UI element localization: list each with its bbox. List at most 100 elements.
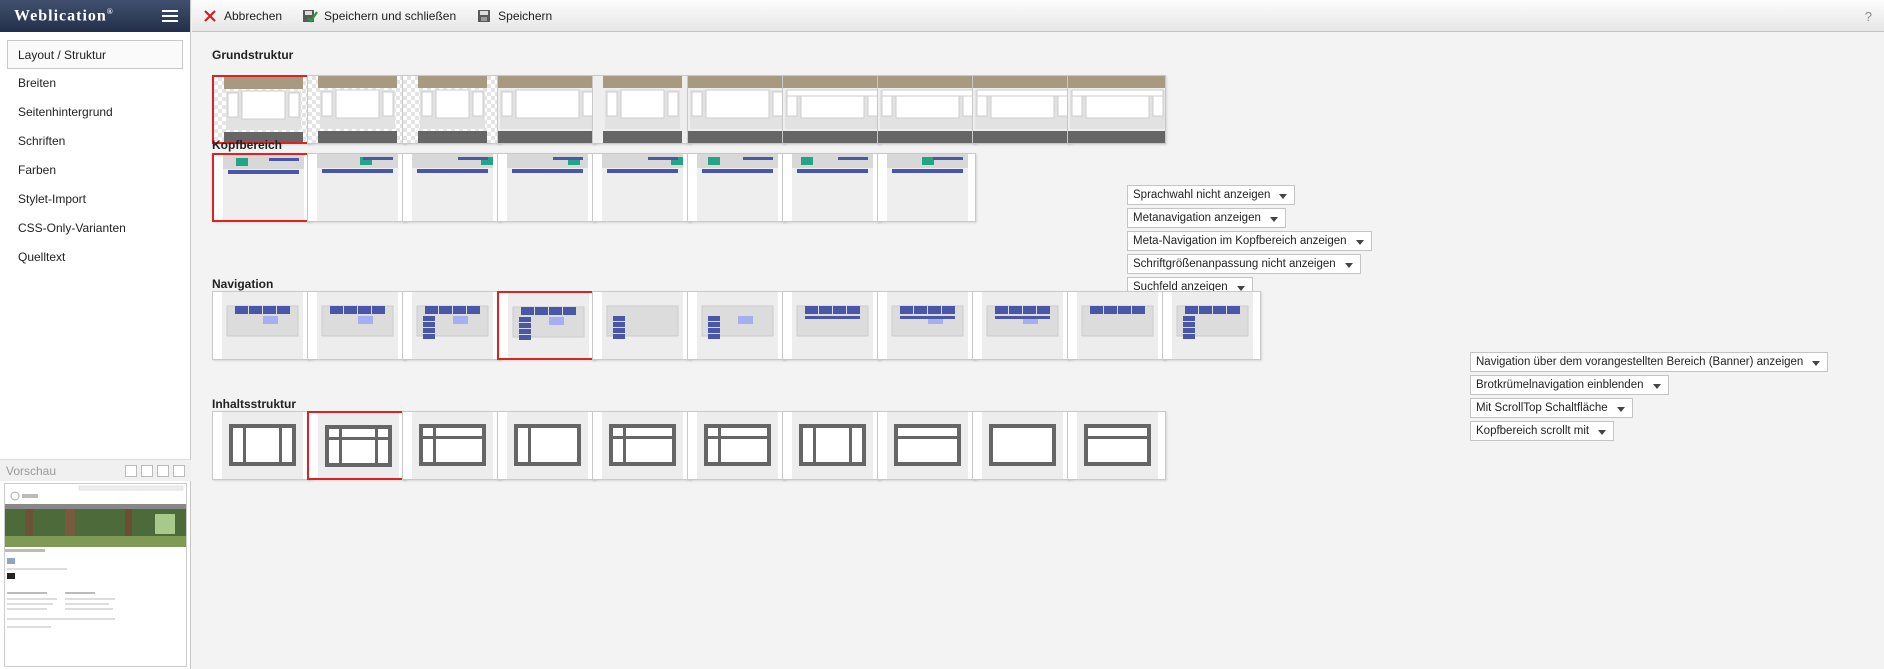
kopf-option-5[interactable] <box>592 153 691 222</box>
layout-thumbnail-icon <box>507 412 588 479</box>
inhalt-option-7[interactable] <box>782 411 881 480</box>
sidebar-item-schriften[interactable]: Schriften <box>0 127 190 156</box>
layout-thumbnail-icon <box>498 76 595 143</box>
layout-thumbnail-icon <box>688 76 785 143</box>
app-window: Weblication® Layout / Struktur Breiten S… <box>0 0 1884 669</box>
layout-thumbnail-icon <box>792 154 873 221</box>
nav-option-10[interactable] <box>1067 291 1166 360</box>
layout-thumbnail-icon <box>792 412 873 479</box>
nav-option-6[interactable] <box>687 291 786 360</box>
grund-option-5[interactable] <box>592 75 691 144</box>
inhalt-option-1[interactable] <box>212 411 311 480</box>
grund-option-4[interactable] <box>497 75 596 144</box>
inhalt-option-9[interactable] <box>972 411 1071 480</box>
dropdown-nav-banner[interactable]: Navigation über dem vorangestellten Bere… <box>1470 352 1829 372</box>
sidebar-nav: Layout / Struktur Breiten Seitenhintergr… <box>0 32 190 272</box>
sidebar-item-stylet-import[interactable]: Stylet-Import <box>0 185 190 214</box>
layout-thumbnail-icon <box>783 76 880 143</box>
layout-thumbnail-icon <box>412 412 493 479</box>
kopf-option-3[interactable] <box>402 153 501 222</box>
grund-option-8[interactable] <box>877 75 976 144</box>
grund-option-2[interactable] <box>307 75 406 144</box>
preview-bar: Vorschau <box>0 459 191 481</box>
layout-thumbnail-icon <box>222 292 303 359</box>
dropdown-sprachwahl[interactable]: Sprachwahl nicht anzeigen <box>1127 185 1296 205</box>
layout-thumbnail-icon <box>507 154 588 221</box>
sidebar-item-layout[interactable]: Layout / Struktur <box>7 40 183 69</box>
cancel-label: Abbrechen <box>224 8 283 23</box>
kopf-option-4[interactable] <box>497 153 596 222</box>
section-title-navigation: Navigation <box>212 277 274 291</box>
view-tablet-icon[interactable] <box>141 464 153 477</box>
sidebar-item-css-only[interactable]: CSS-Only-Varianten <box>0 214 190 243</box>
view-mobile-icon[interactable] <box>173 464 185 477</box>
sidebar-item-seitenhintergrund[interactable]: Seitenhintergrund <box>0 98 190 127</box>
layout-thumbnail-icon <box>318 413 399 478</box>
save-check-icon <box>302 8 318 24</box>
layout-thumbnail-icon <box>878 76 975 143</box>
layout-thumbnail-icon <box>508 293 589 358</box>
grund-option-6[interactable] <box>687 75 786 144</box>
layout-thumbnail-icon <box>412 154 493 221</box>
sidebar-item-breiten[interactable]: Breiten <box>0 69 190 98</box>
grund-option-1[interactable] <box>212 75 311 144</box>
inhalt-option-6[interactable] <box>687 411 786 480</box>
layout-thumbnail-icon <box>697 154 778 221</box>
save-label: Speichern <box>498 8 553 23</box>
inhalt-option-5[interactable] <box>592 411 691 480</box>
inhalt-option-8[interactable] <box>877 411 976 480</box>
hamburger-icon[interactable] <box>160 7 180 25</box>
layout-thumbnail-icon <box>317 292 398 359</box>
sidebar-item-farben[interactable]: Farben <box>0 156 190 185</box>
inhalt-option-2[interactable] <box>307 411 406 480</box>
dropdown-metanavigation[interactable]: Metanavigation anzeigen <box>1127 208 1286 228</box>
layout-thumbnail-icon <box>412 292 493 359</box>
nav-option-4[interactable] <box>497 291 596 360</box>
dropdown-kopf-scroll[interactable]: Kopfbereich scrollt mit <box>1470 421 1615 441</box>
layout-thumbnail-icon <box>973 76 1070 143</box>
section-title-kopfbereich: Kopfbereich <box>212 138 283 152</box>
inhalt-option-3[interactable] <box>402 411 501 480</box>
grund-option-9[interactable] <box>972 75 1071 144</box>
save-close-button[interactable]: Speichern und schließen <box>292 0 466 32</box>
layout-thumbnail-icon <box>697 412 778 479</box>
grund-option-10[interactable] <box>1067 75 1166 144</box>
nav-option-3[interactable] <box>402 291 501 360</box>
sidebar-item-quelltext[interactable]: Quelltext <box>0 243 190 272</box>
dropdown-scrolltop[interactable]: Mit ScrollTop Schaltfläche <box>1470 398 1633 418</box>
cancel-button[interactable]: Abbrechen <box>192 0 292 32</box>
kopf-option-2[interactable] <box>307 153 406 222</box>
brand-logo: Weblication® <box>0 0 190 32</box>
inhalt-option-4[interactable] <box>497 411 596 480</box>
kopf-option-6[interactable] <box>687 153 786 222</box>
dropdown-schriftgroesse[interactable]: Schriftgrößenanpassung nicht anzeigen <box>1127 254 1361 274</box>
grund-option-3[interactable] <box>402 75 501 144</box>
layout-thumbnail-icon <box>982 292 1063 359</box>
nav-option-8[interactable] <box>877 291 976 360</box>
nav-option-11[interactable] <box>1162 291 1261 360</box>
layout-thumbnail-icon <box>602 412 683 479</box>
view-split-icon[interactable] <box>157 464 169 477</box>
nav-option-5[interactable] <box>592 291 691 360</box>
grund-option-7[interactable] <box>782 75 881 144</box>
help-icon[interactable]: ? <box>1865 9 1872 24</box>
page-preview <box>4 483 187 667</box>
dropdown-breadcrumb[interactable]: Brotkrümelnavigation einblenden <box>1470 375 1669 395</box>
nav-option-1[interactable] <box>212 291 311 360</box>
nav-option-9[interactable] <box>972 291 1071 360</box>
inhalt-option-10[interactable] <box>1067 411 1166 480</box>
dropdown-meta-nav-kopf[interactable]: Meta-Navigation im Kopfbereich anzeigen <box>1127 231 1372 251</box>
kopf-option-7[interactable] <box>782 153 881 222</box>
view-desktop-icon[interactable] <box>125 464 137 477</box>
nav-option-2[interactable] <box>307 291 406 360</box>
toolbar: Abbrechen Speichern und schließen Speich… <box>192 0 1884 32</box>
nav-option-7[interactable] <box>782 291 881 360</box>
kopf-option-1[interactable] <box>212 153 311 222</box>
layout-thumbnail-icon <box>403 76 500 143</box>
kopf-option-8[interactable] <box>877 153 976 222</box>
sidebar: Weblication® Layout / Struktur Breiten S… <box>0 0 191 669</box>
layout-thumbnail-icon <box>1077 292 1158 359</box>
layout-thumbnail-icon <box>887 292 968 359</box>
save-button[interactable]: Speichern <box>466 0 562 32</box>
section-title-inhaltsstruktur: Inhaltsstruktur <box>212 397 297 411</box>
